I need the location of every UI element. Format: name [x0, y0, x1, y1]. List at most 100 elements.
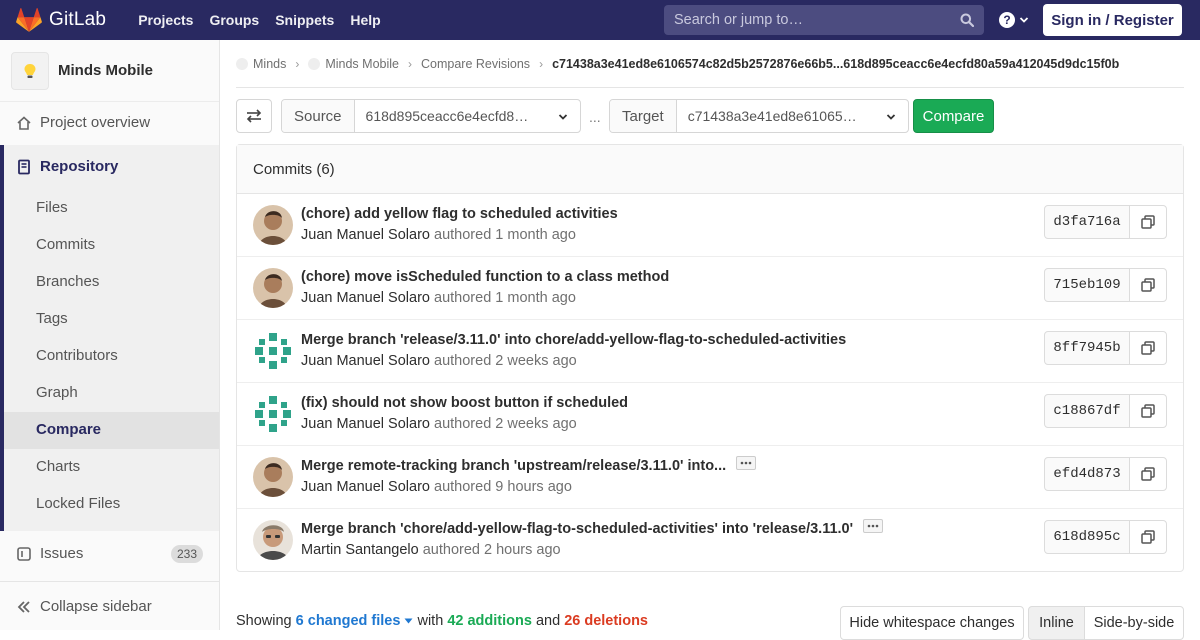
nav-groups[interactable]: Groups	[201, 12, 267, 28]
summary-and: and	[535, 613, 561, 629]
side-by-side-view-button[interactable]: Side-by-side	[1084, 606, 1184, 640]
breadcrumb-item-minds[interactable]: Minds	[253, 57, 286, 71]
commit-sha-button[interactable]: c18867df	[1044, 394, 1130, 428]
authored-word: authored	[434, 416, 492, 432]
expand-description-button[interactable]	[863, 519, 884, 534]
author-identicon-avatar[interactable]	[253, 394, 293, 434]
authored-word: authored	[434, 479, 492, 495]
copy-icon	[1141, 278, 1155, 292]
summary-with: with	[417, 613, 444, 629]
copy-icon	[1141, 530, 1155, 544]
sidebar-item-project-overview[interactable]: Project overview	[0, 104, 219, 141]
commit-author[interactable]: Juan Manuel Solaro	[301, 290, 430, 306]
swap-revisions-button[interactable]	[236, 99, 272, 133]
diff-summary: Showing 6 changed files with 42 addition…	[236, 613, 648, 629]
authored-word: authored	[422, 542, 480, 558]
sidebar-item-files[interactable]: Files	[36, 189, 215, 226]
breadcrumb-current[interactable]: c71438a3e41ed8e6106574c82d5b2572876e66b5…	[552, 57, 1119, 71]
sidebar-item-tags[interactable]: Tags	[36, 300, 215, 337]
sidebar-item-graph[interactable]: Graph	[36, 374, 215, 411]
sidebar-item-locked-files[interactable]: Locked Files	[36, 485, 215, 522]
repository-icon	[18, 159, 30, 174]
sidebar-item-issues[interactable]: Issues 233	[0, 535, 219, 572]
sidebar-item-commits[interactable]: Commits	[36, 226, 215, 263]
copy-sha-button[interactable]	[1129, 394, 1167, 428]
author-identicon-avatar[interactable]	[253, 331, 293, 371]
commit-time: 2 weeks ago	[495, 353, 577, 369]
caret-down-icon	[404, 618, 413, 624]
source-revision-dropdown[interactable]: Source 618d895ceacc6e4ecfd8…	[281, 99, 581, 133]
commit-author[interactable]: Martin Santangelo	[301, 542, 419, 558]
gitlab-home-link[interactable]: GitLab	[16, 0, 106, 40]
sidebar-project-header[interactable]: Minds Mobile	[0, 40, 219, 102]
additions-count: 42 additions	[447, 613, 532, 629]
collapse-sidebar-button[interactable]: Collapse sidebar	[0, 588, 219, 625]
sidebar-item-branches[interactable]: Branches	[36, 263, 215, 300]
commit-row: (fix) should not show boost button if sc…	[237, 383, 1183, 446]
commit-title-link[interactable]: Merge remote-tracking branch 'upstream/r…	[301, 458, 726, 474]
sidebar-item-label: Repository	[40, 158, 119, 175]
svg-text:?: ?	[1003, 13, 1010, 27]
group-avatar	[236, 58, 248, 70]
commit-sha-button[interactable]: efd4d873	[1044, 457, 1130, 491]
commit-author[interactable]: Juan Manuel Solaro	[301, 479, 430, 495]
copy-sha-button[interactable]	[1129, 520, 1167, 554]
commit-row: (chore) add yellow flag to scheduled act…	[237, 194, 1183, 257]
chevron-right-icon: ›	[407, 57, 412, 71]
chevron-right-icon: ›	[539, 57, 544, 71]
compare-button[interactable]: Compare	[913, 99, 994, 133]
commit-author[interactable]: Juan Manuel Solaro	[301, 353, 430, 369]
author-avatar[interactable]	[253, 520, 293, 560]
commit-title[interactable]: (chore) add yellow flag to scheduled act…	[301, 206, 618, 222]
expand-description-button[interactable]	[736, 456, 757, 471]
nav-projects[interactable]: Projects	[130, 12, 201, 28]
sign-in-register-button[interactable]: Sign in / Register	[1043, 4, 1182, 36]
copy-sha-button[interactable]	[1129, 268, 1167, 302]
commit-title[interactable]: Merge branch 'release/3.11.0' into chore…	[301, 332, 846, 348]
copy-sha-button[interactable]	[1129, 205, 1167, 239]
inline-view-button[interactable]: Inline	[1028, 606, 1085, 640]
target-label: Target	[610, 100, 677, 132]
help-dropdown[interactable]: ?	[998, 11, 1029, 29]
project-name: Minds Mobile	[58, 62, 153, 79]
sidebar-divider	[0, 581, 219, 582]
ellipsis-icon	[867, 524, 879, 528]
commit-author[interactable]: Juan Manuel Solaro	[301, 227, 430, 243]
search-input[interactable]: Search or jump to…	[664, 5, 984, 35]
lightbulb-icon	[24, 63, 36, 78]
commits-panel: Commits (6) (chore) add yellow flag to s…	[236, 144, 1184, 572]
sidebar-item-charts[interactable]: Charts	[36, 448, 215, 485]
commit-meta: Juan Manuel Solaro authored 9 hours ago	[301, 479, 572, 495]
author-avatar[interactable]	[253, 205, 293, 245]
commit-time: 1 month ago	[495, 290, 576, 306]
commit-sha-button[interactable]: d3fa716a	[1044, 205, 1130, 239]
author-avatar[interactable]	[253, 457, 293, 497]
commit-title-link[interactable]: Merge branch 'chore/add-yellow-flag-to-s…	[301, 521, 853, 537]
copy-sha-button[interactable]	[1129, 331, 1167, 365]
author-avatar[interactable]	[253, 268, 293, 308]
copy-icon	[1141, 467, 1155, 481]
nav-help[interactable]: Help	[342, 12, 388, 28]
search-icon	[960, 13, 974, 27]
changed-files-dropdown[interactable]: 6 changed files	[296, 613, 414, 629]
target-revision-dropdown[interactable]: Target c71438a3e41ed8e61065…	[609, 99, 909, 133]
commit-sha-button[interactable]: 618d895c	[1044, 520, 1130, 554]
commit-title[interactable]: (chore) move isScheduled function to a c…	[301, 269, 669, 285]
breadcrumb-item-compare-revisions[interactable]: Compare Revisions	[421, 57, 530, 71]
sidebar-item-label: Project overview	[40, 114, 151, 131]
sidebar-item-compare[interactable]: Compare	[36, 411, 215, 448]
commit-sha-button[interactable]: 8ff7945b	[1044, 331, 1130, 365]
breadcrumb: Minds › Minds Mobile › Compare Revisions…	[236, 56, 1119, 72]
commit-title[interactable]: (fix) should not show boost button if sc…	[301, 395, 628, 411]
commit-sha-button[interactable]: 715eb109	[1044, 268, 1130, 302]
hide-whitespace-button[interactable]: Hide whitespace changes	[840, 606, 1024, 640]
copy-sha-button[interactable]	[1129, 457, 1167, 491]
sidebar-item-repository[interactable]: Repository	[0, 148, 219, 185]
sidebar-item-contributors[interactable]: Contributors	[36, 337, 215, 374]
commit-author[interactable]: Juan Manuel Solaro	[301, 416, 430, 432]
commit-time: 9 hours ago	[495, 479, 572, 495]
brand-name: GitLab	[49, 9, 107, 30]
nav-snippets[interactable]: Snippets	[267, 12, 342, 28]
breadcrumb-item-minds-mobile[interactable]: Minds Mobile	[325, 57, 399, 71]
chevron-down-icon	[1019, 17, 1029, 23]
